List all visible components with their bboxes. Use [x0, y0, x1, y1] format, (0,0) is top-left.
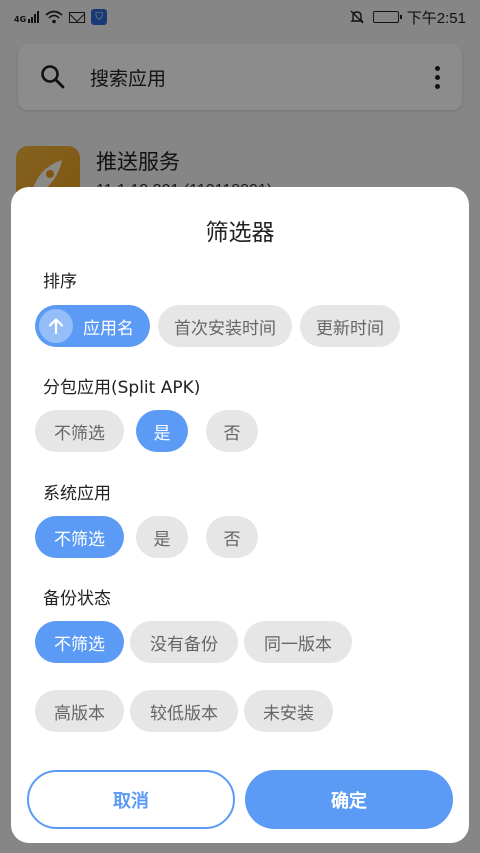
cancel-button[interactable]: 取消	[27, 770, 235, 829]
system-app-chip-yes[interactable]: 是	[136, 516, 188, 558]
sort-chip-update-time[interactable]: 更新时间	[300, 305, 400, 347]
sort-options: 应用名 首次安装时间 更新时间	[35, 305, 400, 347]
dialog-title: 筛选器	[205, 220, 275, 246]
chip-label: 应用名	[83, 318, 134, 339]
sort-label: 排序	[43, 272, 77, 292]
backup-options-row-1: 不筛选 没有备份 同一版本	[35, 621, 352, 663]
system-app-chip-no-filter[interactable]: 不筛选	[35, 516, 124, 558]
split-apk-label: 分包应用(Split APK)	[43, 378, 201, 398]
backup-chip-same-version[interactable]: 同一版本	[244, 621, 352, 663]
backup-chip-lower-version[interactable]: 较低版本	[130, 690, 238, 732]
split-apk-options: 不筛选 是 否	[35, 410, 258, 452]
filter-dialog: 筛选器 排序 应用名 首次安装时间 更新时间 分包应用(Split APK) 不…	[11, 187, 469, 843]
system-app-options: 不筛选 是 否	[35, 516, 258, 558]
sort-chip-first-install-time[interactable]: 首次安装时间	[158, 305, 292, 347]
split-apk-chip-no[interactable]: 否	[206, 410, 258, 452]
split-apk-chip-yes[interactable]: 是	[136, 410, 188, 452]
backup-status-label: 备份状态	[43, 589, 111, 609]
backup-chip-no-backup[interactable]: 没有备份	[130, 621, 238, 663]
backup-chip-not-installed[interactable]: 未安装	[244, 690, 333, 732]
backup-chip-no-filter[interactable]: 不筛选	[35, 621, 124, 663]
confirm-button[interactable]: 确定	[245, 770, 453, 829]
backup-chip-higher-version[interactable]: 高版本	[35, 690, 124, 732]
system-app-label: 系统应用	[43, 484, 111, 504]
sort-chip-app-name[interactable]: 应用名	[35, 305, 150, 347]
split-apk-chip-no-filter[interactable]: 不筛选	[35, 410, 124, 452]
system-app-chip-no[interactable]: 否	[206, 516, 258, 558]
backup-options-row-2: 高版本 较低版本 未安装	[35, 690, 333, 732]
arrow-up-icon	[39, 309, 73, 343]
